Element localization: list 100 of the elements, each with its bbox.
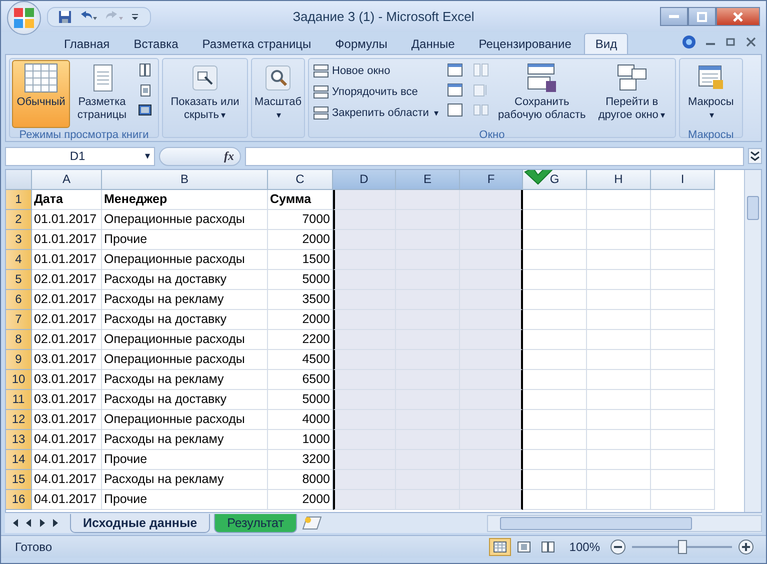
column-header[interactable]: H [587, 170, 651, 190]
table-cell: 03.01.2017 [32, 370, 102, 390]
full-screen-icon[interactable] [138, 103, 152, 117]
table-cell [651, 450, 715, 470]
close-icon[interactable] [746, 37, 756, 47]
custom-view-icon[interactable] [138, 83, 152, 97]
column-header[interactable]: B [102, 170, 268, 190]
row-header[interactable]: 11 [6, 390, 32, 410]
insert-function-button[interactable]: fx [224, 148, 234, 164]
table-cell: Прочие [102, 490, 268, 510]
row-header[interactable]: 5 [6, 270, 32, 290]
restore-icon[interactable] [726, 37, 736, 47]
row-header[interactable]: 15 [6, 470, 32, 490]
ribbon-tab[interactable]: Рецензирование [468, 33, 582, 54]
table-cell: 04.01.2017 [32, 430, 102, 450]
row-header[interactable]: 6 [6, 290, 32, 310]
normal-view-button[interactable]: Обычный [12, 60, 70, 128]
ribbon-tab[interactable]: Данные [400, 33, 466, 54]
row-header[interactable]: 3 [6, 230, 32, 250]
office-button[interactable] [7, 1, 41, 34]
table-cell [460, 390, 523, 410]
column-header[interactable]: A [32, 170, 102, 190]
column-header[interactable]: C [268, 170, 333, 190]
save-icon[interactable] [58, 10, 72, 24]
table-cell: Расходы на доставку [102, 310, 268, 330]
table-cell [587, 490, 651, 510]
table-cell [587, 330, 651, 350]
row-header[interactable]: 13 [6, 430, 32, 450]
window-command-button[interactable]: Новое окно [311, 61, 441, 80]
table-cell: 04.01.2017 [32, 470, 102, 490]
table-cell [587, 290, 651, 310]
table-cell [333, 330, 396, 350]
table-cell [460, 410, 523, 430]
horizontal-scrollbar[interactable] [486, 514, 762, 532]
table-cell [333, 470, 396, 490]
zoom-level[interactable]: 100% [569, 540, 600, 554]
vertical-scrollbar[interactable] [744, 170, 761, 512]
row-header[interactable]: 2 [6, 210, 32, 230]
window-command-button[interactable]: Закрепить области ▾ [311, 103, 441, 122]
row-header[interactable]: 10 [6, 370, 32, 390]
formula-input[interactable] [245, 146, 744, 166]
show-hide-button[interactable]: Показать или скрыть ▾ [165, 60, 245, 128]
sheet-tab[interactable]: Исходные данные [70, 514, 210, 532]
row-header[interactable]: 8 [6, 330, 32, 350]
row-header[interactable]: 4 [6, 250, 32, 270]
zoom-out-icon[interactable] [610, 539, 626, 555]
row-header[interactable]: 16 [6, 490, 32, 510]
help-icon[interactable] [682, 35, 696, 49]
table-cell [587, 350, 651, 370]
zoom-slider-thumb[interactable] [678, 540, 687, 554]
view-mode-button[interactable] [489, 538, 512, 556]
column-header[interactable]: F [460, 170, 523, 190]
minimize-button[interactable] [660, 7, 688, 26]
table-cell: Прочие [102, 230, 268, 250]
ribbon-tab[interactable]: Формулы [324, 33, 398, 54]
table-cell: 02.01.2017 [32, 310, 102, 330]
maximize-button[interactable] [688, 7, 716, 26]
table-cell: 01.01.2017 [32, 210, 102, 230]
hide-window-icon[interactable] [446, 83, 463, 97]
zoom-button[interactable]: Масштаб ▾ [254, 60, 302, 128]
table-cell: 02.01.2017 [32, 330, 102, 350]
row-header[interactable]: 1 [6, 190, 32, 210]
row-header[interactable]: 9 [6, 350, 32, 370]
ribbon-tab[interactable]: Вид [584, 33, 628, 54]
macros-button[interactable]: Макросы ▾ [682, 60, 740, 128]
ribbon-tab[interactable]: Разметка страницы [191, 33, 322, 54]
table-cell [523, 490, 587, 510]
table-cell [587, 190, 651, 210]
insert-sheet-icon[interactable] [300, 515, 323, 531]
maximize-icon [697, 12, 707, 22]
save-workspace-button[interactable]: Сохранить рабочую область [494, 60, 589, 128]
ribbon-tab[interactable]: Вставка [122, 33, 190, 54]
table-cell [333, 490, 396, 510]
table-cell: 04.01.2017 [32, 450, 102, 470]
table-cell: Операционные расходы [102, 210, 268, 230]
row-header[interactable]: 7 [6, 310, 32, 330]
close-icon [733, 12, 743, 22]
unhide-window-icon[interactable] [446, 103, 463, 117]
view-icon [517, 541, 532, 553]
table-cell [460, 370, 523, 390]
column-header[interactable]: D [333, 170, 396, 190]
switch-window-button[interactable]: Перейти в другое окно ▾ [590, 60, 673, 128]
ribbon-tab[interactable]: Главная [53, 33, 121, 54]
column-header[interactable]: E [396, 170, 460, 190]
table-cell [651, 430, 715, 450]
window-command-button[interactable]: Упорядочить все [311, 82, 441, 101]
close-button[interactable] [716, 7, 760, 26]
split-icon[interactable] [446, 63, 463, 77]
row-header[interactable]: 14 [6, 450, 32, 470]
page-layout-button[interactable]: Разметка страницы [72, 60, 132, 128]
table-cell [587, 390, 651, 410]
expand-icon[interactable] [748, 148, 762, 164]
column-header[interactable]: I [651, 170, 715, 190]
table-cell [523, 410, 587, 430]
name-box[interactable]: D1 ▾ [5, 146, 155, 166]
sheet-tab[interactable]: Результат [214, 514, 297, 532]
zoom-in-icon[interactable] [738, 539, 754, 555]
page-break-icon[interactable] [138, 63, 152, 77]
row-header[interactable]: 12 [6, 410, 32, 430]
table-cell [333, 250, 396, 270]
